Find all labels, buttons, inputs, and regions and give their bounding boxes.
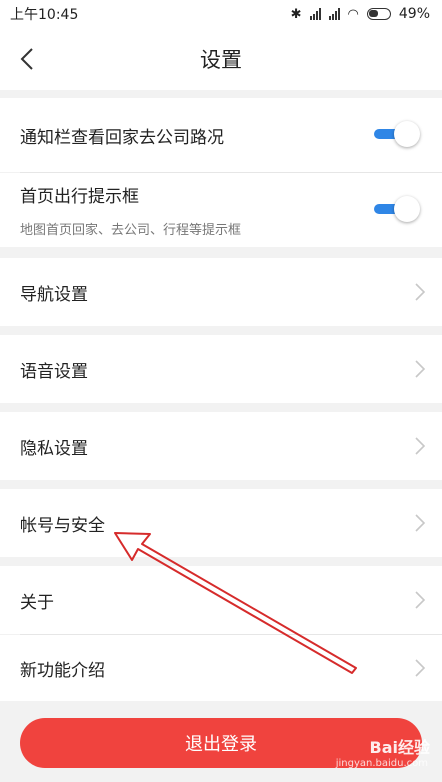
page-title: 设置	[200, 48, 242, 72]
menu-item-voice[interactable]: 语音设置	[0, 335, 442, 403]
back-button[interactable]	[14, 46, 40, 72]
chevron-right-icon	[415, 283, 426, 301]
menu-item-account-security[interactable]: 帐号与安全	[0, 489, 442, 557]
menu-item-label: 新功能介绍	[20, 660, 105, 681]
status-bar: 上午10:45 ✱ ◠ 49%	[0, 0, 442, 28]
baidu-watermark: Bai经验	[369, 738, 430, 757]
battery-icon	[366, 8, 391, 20]
menu-item-label: 隐私设置	[20, 438, 88, 459]
menu-item-privacy[interactable]: 隐私设置	[0, 412, 442, 480]
toggle-row-commute-notification[interactable]: 通知栏查看回家去公司路况	[0, 98, 442, 172]
logout-label: 退出登录	[185, 734, 257, 755]
chevron-right-icon	[415, 514, 426, 532]
menu-item-label: 帐号与安全	[20, 515, 105, 536]
battery-percent: 49%	[398, 6, 430, 22]
bluetooth-icon: ✱	[290, 6, 302, 22]
chevron-right-icon	[415, 360, 426, 378]
menu-item-navigation[interactable]: 导航设置	[0, 258, 442, 326]
signal-icon	[309, 8, 321, 20]
menu-item-about[interactable]: 关于	[0, 566, 442, 634]
toggle-label: 首页出行提示框	[20, 187, 139, 207]
toggle-description: 地图首页回家、去公司、行程等提示框	[20, 223, 242, 238]
menu-item-label: 语音设置	[20, 361, 88, 382]
baidu-watermark-url: jingyan.baidu.com	[335, 758, 428, 769]
status-icons: ✱ ◠ 49%	[291, 6, 430, 22]
signal-icon-2	[328, 8, 340, 20]
toggle-knob	[394, 196, 420, 222]
toggle-row-home-tip[interactable]: 首页出行提示框 地图首页回家、去公司、行程等提示框	[0, 173, 442, 247]
page-header: 设置	[0, 28, 442, 90]
menu-item-label: 导航设置	[20, 284, 88, 305]
chevron-right-icon	[415, 591, 426, 609]
toggle-knob	[394, 121, 420, 147]
wifi-icon: ◠	[347, 6, 359, 22]
menu-item-label: 关于	[20, 592, 54, 613]
chevron-left-icon	[20, 48, 33, 70]
home-tip-toggle[interactable]	[374, 196, 420, 222]
commute-notification-toggle[interactable]	[374, 121, 420, 147]
menu-item-new-features[interactable]: 新功能介绍	[0, 635, 442, 701]
status-time: 上午10:45	[10, 7, 79, 23]
chevron-right-icon	[415, 437, 426, 455]
toggle-label: 通知栏查看回家去公司路况	[20, 127, 224, 148]
chevron-right-icon	[415, 659, 426, 677]
